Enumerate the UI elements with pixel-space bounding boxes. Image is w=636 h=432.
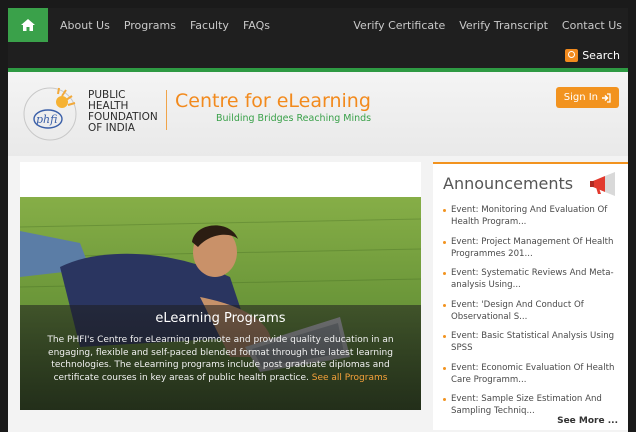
- announcements-title: Announcements: [443, 174, 574, 193]
- bullet-icon: [443, 303, 446, 307]
- search-icon: [565, 48, 579, 62]
- bullet-icon: [443, 240, 446, 244]
- announcement-item[interactable]: Event: Project Management Of Health Prog…: [443, 236, 621, 260]
- sub-navigation: Search: [8, 42, 628, 68]
- announcements-list: Event: Monitoring And Evaluation Of Heal…: [443, 204, 621, 425]
- hero-banner: eLearning Programs The PHFI's Centre for…: [20, 197, 421, 410]
- bullet-icon: [443, 209, 446, 212]
- nav-link-verify-transcript[interactable]: Verify Transcript: [459, 19, 548, 32]
- announcement-text: Event: Monitoring And Evaluation Of Heal…: [451, 205, 608, 227]
- bullet-icon: [443, 398, 446, 401]
- bullet-icon: [443, 366, 446, 370]
- page-frame: About Us Programs Faculty FAQs Verify Ce…: [0, 0, 636, 432]
- nav-link-faculty[interactable]: Faculty: [190, 19, 229, 32]
- site-title: Centre for eLearning: [175, 90, 371, 112]
- home-icon: [21, 19, 35, 31]
- search-label: Search: [582, 48, 620, 62]
- announcement-text: Event: Systematic Reviews And Meta-analy…: [451, 268, 614, 290]
- hero-top-band: [20, 162, 421, 197]
- main-content: eLearning Programs The PHFI's Centre for…: [8, 156, 628, 432]
- phfi-logo-text: phfi: [36, 113, 57, 126]
- see-all-programs-link[interactable]: See all Programs: [312, 373, 388, 383]
- announcement-text: Event: Project Management Of Health Prog…: [451, 236, 614, 259]
- announcement-text: Event: Basic Statistical Analysis Using …: [451, 331, 615, 353]
- nav-link-about-us[interactable]: About Us: [60, 19, 110, 32]
- announcement-item[interactable]: Event: Monitoring And Evaluation Of Heal…: [443, 204, 621, 228]
- announcements-panel: Announcements Event: Monitoring And Eval…: [433, 162, 628, 430]
- announcement-item[interactable]: Event: Sample Size Estimation And Sampli…: [443, 393, 621, 417]
- bullet-icon: [443, 272, 446, 275]
- top-navigation: About Us Programs Faculty FAQs Verify Ce…: [8, 8, 628, 42]
- announcement-item[interactable]: Event: Systematic Reviews And Meta-analy…: [443, 267, 621, 291]
- announcement-item[interactable]: Event: Basic Statistical Analysis Using …: [443, 330, 621, 354]
- announcement-text: Event: Sample Size Estimation And Sampli…: [451, 394, 602, 416]
- search-link[interactable]: Search: [565, 48, 620, 62]
- see-more-link[interactable]: See More ...: [557, 416, 618, 426]
- org-name-line: OF INDIA: [88, 122, 135, 134]
- phfi-logo[interactable]: phfi: [22, 86, 78, 142]
- sign-in-label: Sign In: [563, 92, 598, 103]
- home-button[interactable]: [8, 8, 48, 42]
- announcement-text: Event: Economic Evaluation Of Health Car…: [451, 362, 615, 385]
- nav-link-verify-certificate[interactable]: Verify Certificate: [353, 19, 445, 32]
- announcement-text: Event: 'Design And Conduct Of Observatio…: [451, 299, 584, 322]
- sign-in-icon: [602, 92, 611, 103]
- site-header: phfi PUBLIC HEALTH FOUNDATION OF INDIA C…: [8, 72, 628, 156]
- sign-in-button[interactable]: Sign In: [555, 87, 619, 108]
- org-name: PUBLIC HEALTH FOUNDATION OF INDIA: [88, 90, 158, 134]
- announcement-item[interactable]: Event: Economic Evaluation Of Health Car…: [443, 362, 621, 386]
- hero-body: The PHFI's Centre for eLearning promote …: [34, 334, 407, 384]
- nav-link-contact-us[interactable]: Contact Us: [562, 19, 622, 32]
- nav-link-faqs[interactable]: FAQs: [243, 19, 270, 32]
- announcement-item[interactable]: Event: 'Design And Conduct Of Observatio…: [443, 299, 621, 323]
- header-divider: [166, 90, 167, 130]
- megaphone-icon: [590, 172, 615, 196]
- hero-title: eLearning Programs: [155, 311, 286, 326]
- nav-link-programs[interactable]: Programs: [124, 19, 176, 32]
- site-tagline: Building Bridges Reaching Minds: [216, 113, 372, 124]
- hero-caption: eLearning Programs The PHFI's Centre for…: [20, 305, 421, 410]
- bullet-icon: [443, 335, 446, 338]
